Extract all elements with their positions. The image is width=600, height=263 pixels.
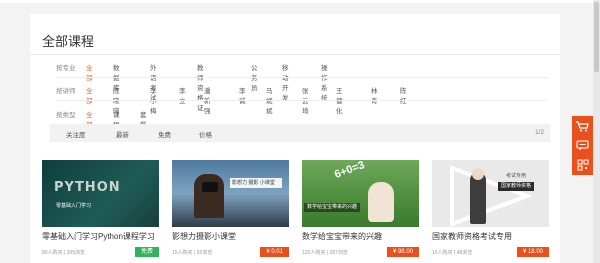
qrcode-icon <box>577 159 588 170</box>
chat-icon <box>576 140 589 151</box>
top-border <box>0 0 600 3</box>
qrcode-button[interactable] <box>572 154 593 175</box>
course-card[interactable]: PYTHON 零基础入门学习 零基础入门学习Python课程学习 80人购买 |… <box>42 160 159 257</box>
filter-option[interactable]: 教师资格证 <box>197 62 204 112</box>
scrollbar-thumb[interactable] <box>594 2 599 72</box>
course-meta: 80人购买 | 395浏览 <box>42 250 85 256</box>
price-badge: ¥ 0.01 <box>260 247 289 257</box>
filter-option[interactable]: 李立 <box>179 85 186 105</box>
thumbnail-subtext: 零基础入门学习 <box>56 203 92 209</box>
filter-option[interactable]: 林奇 <box>371 85 378 105</box>
course-thumbnail[interactable]: 影想力 摄影 小课堂 <box>172 160 289 227</box>
course-title[interactable]: 零基础入门学习Python课程学习 <box>42 231 155 242</box>
filter-option[interactable]: 操作系统 <box>321 62 328 102</box>
course-card[interactable]: 考试专用 国家教师资格 国家教师资格考试专用 15人购买 | 48浏览 ¥ 18… <box>432 160 549 257</box>
filter-option[interactable]: 李诚 <box>239 85 246 105</box>
filter-option[interactable]: 移动开发 <box>282 62 289 102</box>
thumbnail-subtext: 考试专用 <box>506 173 527 179</box>
thumbnail-text: PYTHON <box>54 180 121 195</box>
filter-label: 按类型 <box>56 112 76 119</box>
filter-row-type: 按类型 全部 课程 套餐 <box>56 109 147 129</box>
course-card[interactable]: 影想力 摄影 小课堂 影想力摄影小课堂 15人购买 | 92浏览 ¥ 0.01 <box>172 160 289 257</box>
course-meta: 120人购买 | 287浏览 <box>302 250 348 256</box>
course-thumbnail[interactable]: PYTHON 零基础入门学习 <box>42 160 159 227</box>
message-button[interactable] <box>572 135 593 156</box>
baby-shape <box>368 182 394 222</box>
course-title[interactable]: 国家教师资格考试专用 <box>432 231 512 242</box>
page-scrollbar[interactable] <box>593 0 600 263</box>
course-meta: 15人购买 | 92浏览 <box>172 250 213 256</box>
thumbnail-text: 国家教师资格 <box>498 182 535 191</box>
teacher-face <box>472 168 484 180</box>
course-card[interactable]: 6+0=3 数学给宝宝带来的兴趣 数学给宝宝带来的兴趣 120人购买 | 287… <box>302 160 419 257</box>
price-badge: 免费 <box>134 247 159 257</box>
title-divider <box>30 54 560 55</box>
page-title: 全部课程 <box>42 34 95 49</box>
math-doodle: 6+0=3 <box>332 160 367 181</box>
sort-option-free[interactable]: 免费 <box>158 129 171 139</box>
cart-button[interactable] <box>572 116 593 137</box>
sort-option-newest[interactable]: 最新 <box>116 129 129 139</box>
course-title[interactable]: 影想力摄影小课堂 <box>172 231 236 242</box>
course-thumbnail[interactable]: 6+0=3 数学给宝宝带来的兴趣 <box>302 160 419 227</box>
filter-row-teacher: 按讲师 全部 陈晓晓 李小梅 李立 潘新强 李诚 马斌斌 张云琦 王健化 林奇 … <box>56 85 407 115</box>
sort-bar: 关注度 最新 免费 价格 1/2 <box>50 124 550 142</box>
filter-divider <box>56 100 548 101</box>
thumbnail-graphic <box>450 165 533 227</box>
camera-shape <box>202 182 218 192</box>
course-meta: 15人购买 | 48浏览 <box>432 250 473 256</box>
course-title[interactable]: 数学给宝宝带来的兴趣 <box>302 231 382 242</box>
course-panel: 全部课程 按专业 全部 数据库 外语考试 教师资格证 公务员 移动开发 操作系统… <box>30 14 560 263</box>
price-badge: ¥ 18.00 <box>516 247 549 257</box>
pager[interactable]: 1/2 <box>535 129 544 136</box>
filter-divider <box>56 77 548 78</box>
filter-label: 按专业 <box>56 65 76 72</box>
filter-row-major: 按专业 全部 数据库 外语考试 教师资格证 公务员 移动开发 操作系统 <box>56 62 328 112</box>
sort-option-attention[interactable]: 关注度 <box>66 129 86 139</box>
filter-option[interactable]: 全部 <box>86 85 93 105</box>
price-badge: ¥ 98.00 <box>386 247 419 257</box>
filter-option[interactable]: 全部 <box>86 62 93 82</box>
course-thumbnail[interactable]: 考试专用 国家教师资格 <box>432 160 549 227</box>
thumbnail-text: 影想力 摄影 小课堂 <box>230 178 282 188</box>
thumbnail-text: 数学给宝宝带来的兴趣 <box>304 203 361 212</box>
filter-label: 按讲师 <box>56 88 76 95</box>
sort-option-price[interactable]: 价格 <box>199 129 212 139</box>
photographer-shape <box>194 174 224 218</box>
cart-icon <box>576 121 589 132</box>
filter-option[interactable]: 陈红 <box>400 85 407 105</box>
